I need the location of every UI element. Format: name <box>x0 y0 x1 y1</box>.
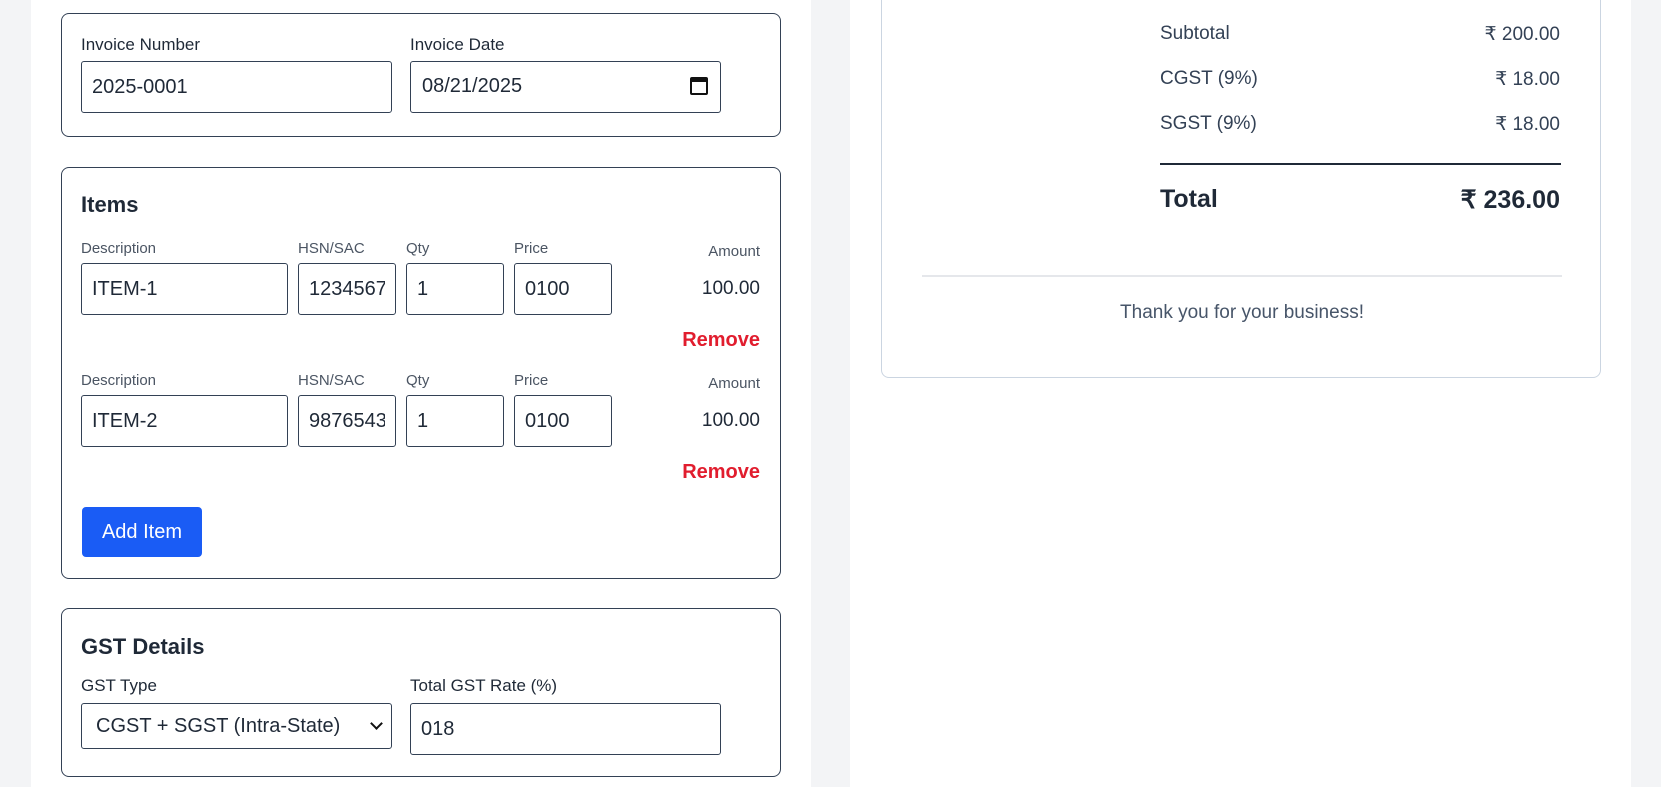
total-label: Total <box>1160 185 1218 213</box>
qty-input[interactable] <box>406 263 504 315</box>
qty-input[interactable] <box>406 395 504 447</box>
hsn-label: HSN/SAC <box>298 240 365 257</box>
qty-label: Qty <box>406 240 430 257</box>
cgst-value: ₹ 18.00 <box>1495 69 1560 90</box>
items-title: Items <box>81 192 139 217</box>
description-label: Description <box>81 372 157 389</box>
invoice-date-input[interactable]: 08/21/2025 <box>410 61 721 113</box>
total-value: ₹ 236.00 <box>1460 186 1560 214</box>
description-input[interactable] <box>81 263 288 315</box>
chevron-down-icon <box>370 717 383 730</box>
description-input[interactable] <box>81 395 288 447</box>
invoice-summary-card: Subtotal ₹ 200.00 CGST (9%) ₹ 18.00 SGST… <box>881 0 1601 378</box>
items-card: Items Description HSN/SAC Qty Price Amou… <box>61 167 781 579</box>
price-label: Price <box>514 372 549 389</box>
price-input[interactable] <box>514 395 612 447</box>
invoice-date-label: Invoice Date <box>410 35 505 54</box>
remove-item-button[interactable]: Remove <box>682 329 760 352</box>
hsn-label: HSN/SAC <box>298 372 365 389</box>
amount-value: 100.00 <box>701 410 760 431</box>
add-item-button[interactable]: Add Item <box>82 507 202 557</box>
invoice-meta-card: Invoice Number Invoice Date 08/21/2025 <box>61 13 781 137</box>
hsn-input[interactable] <box>298 395 396 447</box>
sgst-value: ₹ 18.00 <box>1495 114 1560 135</box>
invoice-form-panel: Invoice Number Invoice Date 08/21/2025 I… <box>31 0 811 787</box>
qty-label: Qty <box>406 372 430 389</box>
gst-rate-label: Total GST Rate (%) <box>410 676 558 695</box>
amount-value: 100.00 <box>701 278 760 299</box>
gst-type-select[interactable]: CGST + SGST (Intra-State) <box>81 703 392 749</box>
footer-divider <box>922 275 1562 277</box>
amount-label: Amount <box>708 375 760 392</box>
invoice-number-input[interactable] <box>81 61 392 113</box>
remove-item-button[interactable]: Remove <box>682 461 760 484</box>
thank-you-message: Thank you for your business! <box>1120 302 1364 323</box>
gst-details-card: GST Details GST Type CGST + SGST (Intra-… <box>61 608 781 777</box>
price-label: Price <box>514 240 549 257</box>
subtotal-value: ₹ 200.00 <box>1484 24 1560 45</box>
total-divider <box>1160 163 1561 165</box>
gst-type-value: CGST + SGST (Intra-State) <box>96 715 341 737</box>
invoice-number-label: Invoice Number <box>81 35 201 54</box>
cgst-label: CGST (9%) <box>1160 68 1258 89</box>
amount-label: Amount <box>708 243 760 260</box>
calendar-icon[interactable] <box>690 77 708 95</box>
gst-title: GST Details <box>81 634 205 659</box>
gst-rate-input[interactable] <box>410 703 721 755</box>
subtotal-label: Subtotal <box>1160 23 1230 44</box>
gst-type-label: GST Type <box>81 676 157 695</box>
description-label: Description <box>81 240 157 257</box>
price-input[interactable] <box>514 263 612 315</box>
invoice-date-value: 08/21/2025 <box>422 75 523 97</box>
sgst-label: SGST (9%) <box>1160 113 1257 134</box>
hsn-input[interactable] <box>298 263 396 315</box>
